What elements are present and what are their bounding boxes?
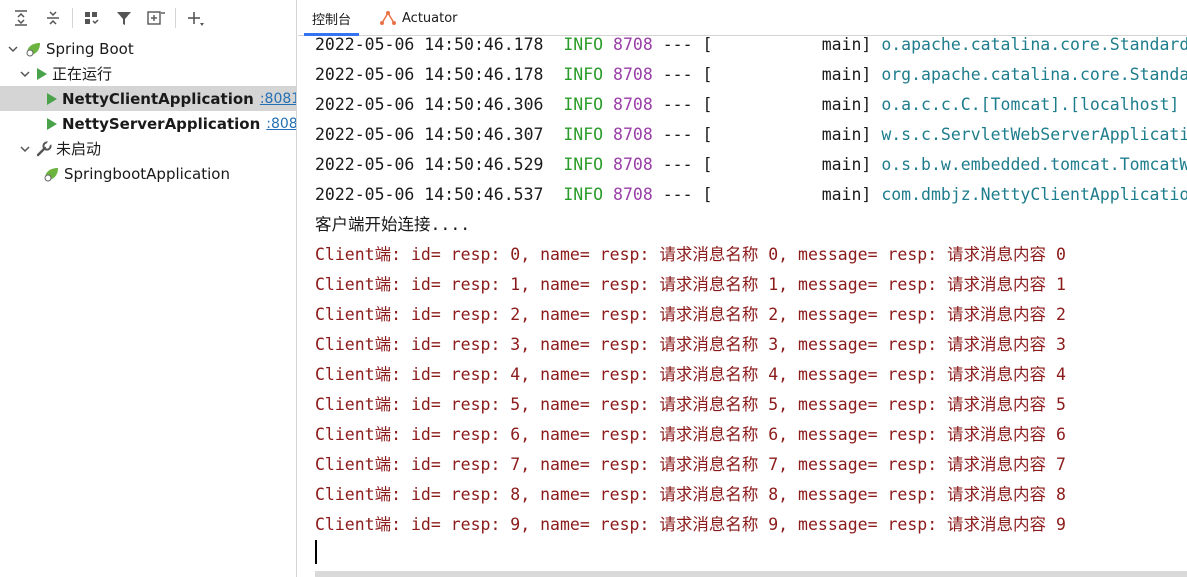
run-icon xyxy=(46,92,58,106)
chevron-down-icon[interactable] xyxy=(18,67,32,81)
service-port-link[interactable]: :8082/ xyxy=(266,116,296,132)
services-panel: Spring Boot 正在运行 NettyClientApplication … xyxy=(0,0,297,577)
service-port-link[interactable]: :8081/ xyxy=(260,91,296,107)
filter-icon[interactable] xyxy=(111,5,137,31)
tab-label: 控制台 xyxy=(312,12,352,28)
client-log-line: Client端: id= resp: 7, name= resp: 请求消息名称… xyxy=(315,455,1066,474)
run-icon xyxy=(36,67,48,81)
log-line: 2022-05-06 14:50:46.178 INFO 8708 --- [ … xyxy=(315,65,1187,84)
toolbar-separator xyxy=(72,8,73,28)
client-log-line: Client端: id= resp: 5, name= resp: 请求消息名称… xyxy=(315,395,1066,414)
log-line: 2022-05-06 14:50:46.306 INFO 8708 --- [ … xyxy=(315,95,1180,114)
wrench-icon xyxy=(36,140,52,157)
actuator-icon xyxy=(379,10,397,26)
service-name: NettyClientApplication xyxy=(62,89,254,108)
tree-node-stopped-group[interactable]: 未启动 xyxy=(0,136,296,161)
toolbar-separator xyxy=(175,8,176,28)
spring-boot-icon xyxy=(42,166,60,182)
client-log-line: Client端: id= resp: 6, name= resp: 请求消息名称… xyxy=(315,425,1066,444)
add-icon[interactable] xyxy=(182,5,208,31)
chevron-down-icon[interactable] xyxy=(6,42,20,56)
tree-node-netty-server[interactable]: NettyServerApplication :8082/ xyxy=(0,111,296,136)
run-icon xyxy=(46,117,58,131)
console-output[interactable]: 2022-05-06 14:50:46.178 INFO 8708 --- [ … xyxy=(298,30,1187,570)
service-name: SpringbootApplication xyxy=(64,164,230,183)
services-toolbar xyxy=(0,0,296,36)
log-line: 2022-05-06 14:50:46.307 INFO 8708 --- [ … xyxy=(315,125,1187,144)
client-log-line: Client端: id= resp: 1, name= resp: 请求消息名称… xyxy=(315,275,1066,294)
console-message: 客户端开始连接.... xyxy=(315,215,471,234)
tree-node-netty-client[interactable]: NettyClientApplication :8081/ xyxy=(0,86,296,111)
spring-boot-icon xyxy=(24,41,42,57)
log-line: 2022-05-06 14:50:46.178 INFO 8708 --- [ … xyxy=(315,35,1187,54)
client-log-line: Client端: id= resp: 8, name= resp: 请求消息名称… xyxy=(315,485,1066,504)
log-line: 2022-05-06 14:50:46.529 INFO 8708 --- [ … xyxy=(315,155,1187,174)
client-log-line: Client端: id= resp: 9, name= resp: 请求消息名称… xyxy=(315,515,1066,534)
collapse-all-icon[interactable] xyxy=(40,5,66,31)
new-service-icon[interactable] xyxy=(143,5,169,31)
client-log-line: Client端: id= resp: 4, name= resp: 请求消息名称… xyxy=(315,365,1066,384)
horizontal-scrollbar[interactable] xyxy=(315,571,1187,577)
text-cursor xyxy=(315,540,317,564)
service-name: NettyServerApplication xyxy=(62,114,261,133)
tree-node-label: 正在运行 xyxy=(52,65,113,83)
tab-label: Actuator xyxy=(402,10,458,26)
log-line: 2022-05-06 14:50:46.537 INFO 8708 --- [ … xyxy=(315,185,1187,204)
client-log-line: Client端: id= resp: 2, name= resp: 请求消息名称… xyxy=(315,305,1066,324)
tree-node-springboot-application[interactable]: SpringbootApplication xyxy=(0,161,296,186)
tree-node-spring-boot[interactable]: Spring Boot xyxy=(0,36,296,61)
tree-node-label: Spring Boot xyxy=(46,39,134,58)
client-log-line: Client端: id= resp: 0, name= resp: 请求消息名称… xyxy=(315,245,1066,264)
tree-node-label: 未启动 xyxy=(56,140,102,158)
tree-node-running-group[interactable]: 正在运行 xyxy=(0,61,296,86)
client-log-line: Client端: id= resp: 3, name= resp: 请求消息名称… xyxy=(315,335,1066,354)
group-icon[interactable] xyxy=(79,5,105,31)
chevron-down-icon[interactable] xyxy=(18,142,32,156)
expand-all-icon[interactable] xyxy=(8,5,34,31)
console-panel: 控制台 Actuator 2022-05-06 14:50:46.178 INF… xyxy=(298,0,1187,577)
